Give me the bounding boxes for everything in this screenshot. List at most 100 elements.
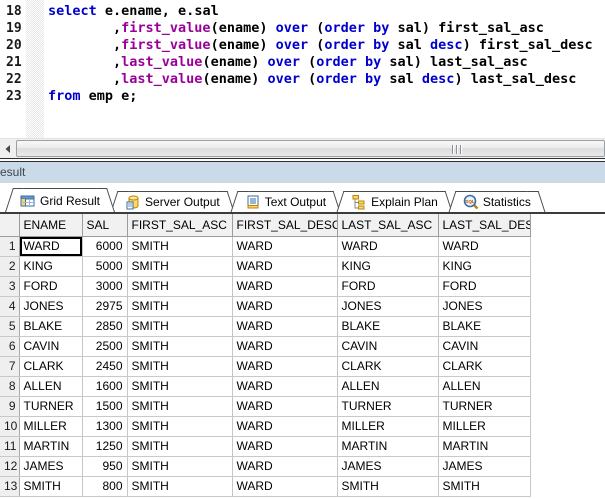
cell-first_sal_asc[interactable]: SMITH: [127, 256, 232, 276]
cell-first_sal_asc[interactable]: SMITH: [127, 416, 232, 436]
cell-ename[interactable]: BLAKE: [19, 316, 82, 336]
cell-first_sal_desc[interactable]: WARD: [232, 456, 337, 476]
row-number-cell[interactable]: 9: [0, 396, 19, 416]
cell-last_sal_desc[interactable]: MILLER: [438, 416, 530, 436]
cell-first_sal_asc[interactable]: SMITH: [127, 396, 232, 416]
row-number-cell[interactable]: 11: [0, 436, 19, 456]
cell-ename[interactable]: JAMES: [19, 456, 82, 476]
cell-first_sal_desc[interactable]: WARD: [232, 416, 337, 436]
cell-last_sal_asc[interactable]: FORD: [337, 276, 438, 296]
editor-code[interactable]: select e.ename, e.sal ,first_value(ename…: [44, 0, 605, 138]
cell-sal[interactable]: 1300: [82, 416, 127, 436]
scrollbar-track[interactable]: [16, 139, 605, 158]
scroll-left-button[interactable]: [0, 139, 16, 158]
tab-server-output[interactable]: Server Output: [119, 191, 226, 212]
cell-sal[interactable]: 2975: [82, 296, 127, 316]
cell-last_sal_desc[interactable]: KING: [438, 256, 530, 276]
row-number-cell[interactable]: 1: [0, 236, 19, 256]
row-number-cell[interactable]: 8: [0, 376, 19, 396]
tab-explain-plan[interactable]: Explain Plan: [345, 191, 444, 212]
column-header-sal[interactable]: SAL: [82, 214, 127, 236]
cell-first_sal_desc[interactable]: WARD: [232, 256, 337, 276]
cell-first_sal_desc[interactable]: WARD: [232, 316, 337, 336]
row-number-cell[interactable]: 10: [0, 416, 19, 436]
cell-last_sal_asc[interactable]: ALLEN: [337, 376, 438, 396]
row-number-cell[interactable]: 4: [0, 296, 19, 316]
cell-last_sal_asc[interactable]: MILLER: [337, 416, 438, 436]
code-line-18[interactable]: select e.ename, e.sal: [48, 3, 605, 20]
cell-first_sal_asc[interactable]: SMITH: [127, 356, 232, 376]
column-header-ename[interactable]: ENAME: [19, 214, 82, 236]
cell-ename[interactable]: ALLEN: [19, 376, 82, 396]
row-number-cell[interactable]: 7: [0, 356, 19, 376]
cell-last_sal_desc[interactable]: TURNER: [438, 396, 530, 416]
cell-first_sal_desc[interactable]: WARD: [232, 436, 337, 456]
cell-last_sal_desc[interactable]: MARTIN: [438, 436, 530, 456]
cell-first_sal_desc[interactable]: WARD: [232, 276, 337, 296]
cell-ename[interactable]: MILLER: [19, 416, 82, 436]
cell-sal[interactable]: 2500: [82, 336, 127, 356]
cell-first_sal_asc[interactable]: SMITH: [127, 476, 232, 496]
cell-last_sal_asc[interactable]: JONES: [337, 296, 438, 316]
cell-last_sal_asc[interactable]: CAVIN: [337, 336, 438, 356]
cell-last_sal_asc[interactable]: SMITH: [337, 476, 438, 496]
cell-first_sal_desc[interactable]: WARD: [232, 296, 337, 316]
row-number-cell[interactable]: 3: [0, 276, 19, 296]
cell-last_sal_asc[interactable]: BLAKE: [337, 316, 438, 336]
cell-last_sal_desc[interactable]: WARD: [438, 236, 530, 256]
code-line-22[interactable]: ,last_value(ename) over (order by sal de…: [48, 71, 605, 88]
cell-last_sal_asc[interactable]: MARTIN: [337, 436, 438, 456]
cell-last_sal_desc[interactable]: CLARK: [438, 356, 530, 376]
cell-ename[interactable]: FORD: [19, 276, 82, 296]
cell-first_sal_asc[interactable]: SMITH: [127, 456, 232, 476]
cell-first_sal_asc[interactable]: SMITH: [127, 316, 232, 336]
cell-ename[interactable]: MARTIN: [19, 436, 82, 456]
code-line-19[interactable]: ,first_value(ename) over (order by sal) …: [48, 20, 605, 37]
cell-first_sal_asc[interactable]: SMITH: [127, 376, 232, 396]
code-line-21[interactable]: ,last_value(ename) over (order by sal) l…: [48, 54, 605, 71]
cell-last_sal_asc[interactable]: TURNER: [337, 396, 438, 416]
cell-first_sal_desc[interactable]: WARD: [232, 396, 337, 416]
cell-first_sal_desc[interactable]: WARD: [232, 376, 337, 396]
row-number-cell[interactable]: 5: [0, 316, 19, 336]
cell-last_sal_asc[interactable]: JAMES: [337, 456, 438, 476]
cell-last_sal_desc[interactable]: ALLEN: [438, 376, 530, 396]
code-line-23[interactable]: from emp e;: [48, 88, 605, 105]
cell-last_sal_asc[interactable]: KING: [337, 256, 438, 276]
cell-last_sal_desc[interactable]: JONES: [438, 296, 530, 316]
cell-ename[interactable]: JONES: [19, 296, 82, 316]
scrollbar-thumb[interactable]: [16, 140, 605, 157]
row-number-cell[interactable]: 2: [0, 256, 19, 276]
cell-last_sal_desc[interactable]: CAVIN: [438, 336, 530, 356]
column-header-first_sal_asc[interactable]: FIRST_SAL_ASC: [127, 214, 232, 236]
cell-first_sal_desc[interactable]: WARD: [232, 336, 337, 356]
cell-ename[interactable]: KING: [19, 256, 82, 276]
cell-ename[interactable]: TURNER: [19, 396, 82, 416]
row-number-cell[interactable]: 12: [0, 456, 19, 476]
cell-ename[interactable]: CLARK: [19, 356, 82, 376]
cell-first_sal_asc[interactable]: SMITH: [127, 436, 232, 456]
cell-ename[interactable]: SMITH: [19, 476, 82, 496]
cell-first_sal_asc[interactable]: SMITH: [127, 296, 232, 316]
cell-sal[interactable]: 2450: [82, 356, 127, 376]
column-header-first_sal_desc[interactable]: FIRST_SAL_DESC: [232, 214, 337, 236]
cell-sal[interactable]: 6000: [82, 236, 127, 256]
cell-last_sal_desc[interactable]: SMITH: [438, 476, 530, 496]
cell-last_sal_desc[interactable]: BLAKE: [438, 316, 530, 336]
horizontal-scrollbar[interactable]: [0, 138, 605, 158]
cell-ename[interactable]: WARD: [19, 236, 82, 256]
cell-sal[interactable]: 800: [82, 476, 127, 496]
cell-sal[interactable]: 5000: [82, 256, 127, 276]
cell-first_sal_asc[interactable]: SMITH: [127, 236, 232, 256]
cell-sal[interactable]: 3000: [82, 276, 127, 296]
cell-sal[interactable]: 1500: [82, 396, 127, 416]
row-number-cell[interactable]: 6: [0, 336, 19, 356]
sql-editor[interactable]: 181920212223 select e.ename, e.sal ,firs…: [0, 0, 605, 138]
cell-first_sal_desc[interactable]: WARD: [232, 356, 337, 376]
cell-last_sal_desc[interactable]: JAMES: [438, 456, 530, 476]
cell-ename[interactable]: CAVIN: [19, 336, 82, 356]
column-header-last_sal_asc[interactable]: LAST_SAL_ASC: [337, 214, 438, 236]
cell-sal[interactable]: 1250: [82, 436, 127, 456]
grid-corner-cell[interactable]: [0, 214, 19, 236]
cell-first_sal_asc[interactable]: SMITH: [127, 336, 232, 356]
